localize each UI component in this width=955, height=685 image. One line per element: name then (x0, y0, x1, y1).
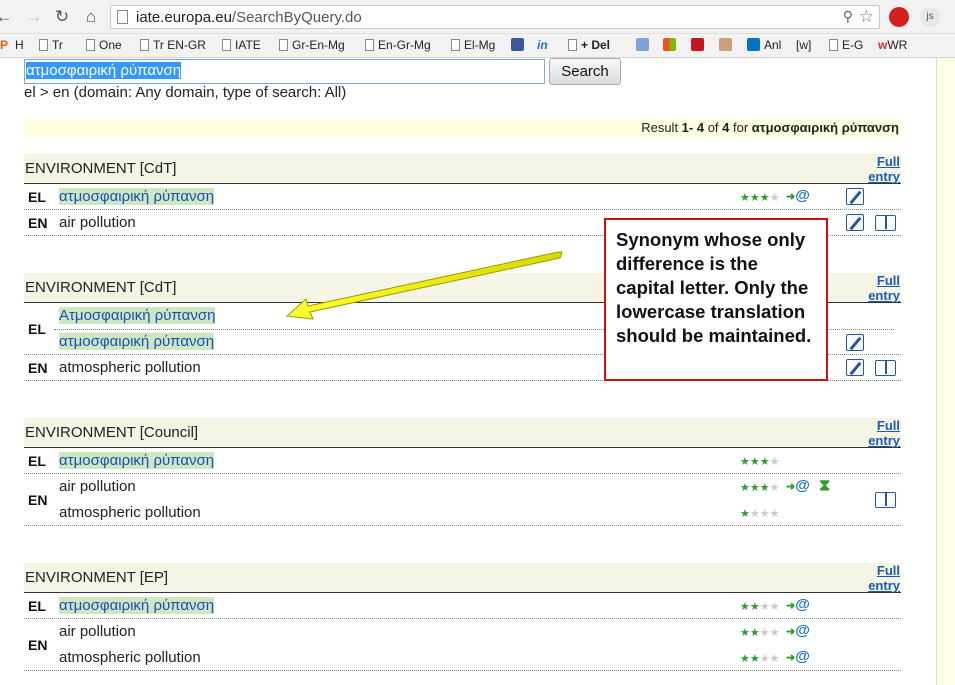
annotation-callout: Synonym whose only difference is the cap… (604, 218, 828, 381)
